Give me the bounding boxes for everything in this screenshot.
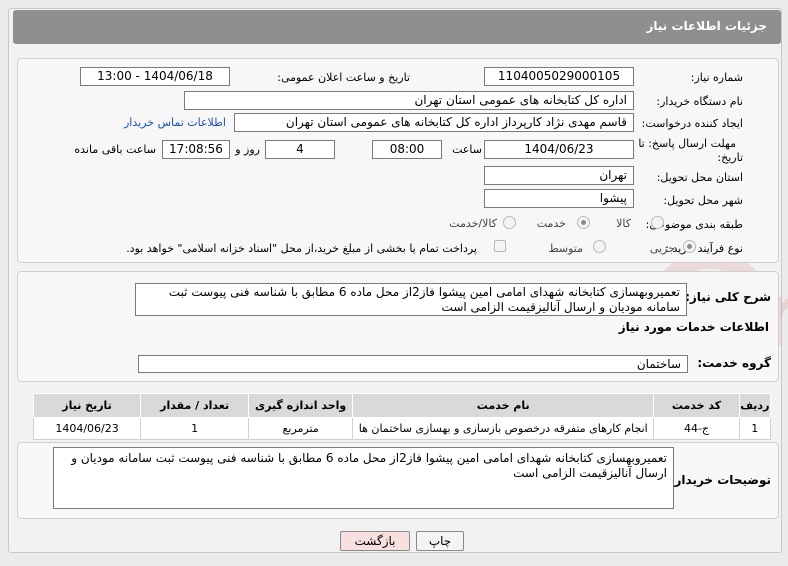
back-button[interactable]: بازگشت <box>340 531 410 551</box>
process-medium-label: متوسط <box>548 242 583 255</box>
services-section-title: اطلاعات خدمات مورد نیاز <box>618 320 769 334</box>
cell-unit: مترمربع <box>248 417 354 440</box>
process-label: نوع فرآیند خرید : <box>665 242 743 255</box>
table-row: 1 ج-44 انجام کارهای متفرقه درخصوص بازساز… <box>32 417 772 440</box>
table-header-row: ردیف کد خدمت نام خدمت واحد اندازه گیری ت… <box>32 393 772 418</box>
treasury-payment-note: پرداخت تمام یا بخشی از مبلغ خرید،از محل … <box>126 242 477 255</box>
treasury-payment-checkbox[interactable] <box>494 240 506 252</box>
category-service-label: خدمت <box>536 217 566 230</box>
category-goods-service-label: کالا/خدمت <box>449 217 497 230</box>
col-header-quantity: تعداد / مقدار <box>140 393 250 418</box>
service-group-field: ساختمان <box>138 355 688 373</box>
category-service-radio[interactable] <box>577 216 590 229</box>
deadline-date-field: 1404/06/23 <box>484 140 634 159</box>
province-field: تهران <box>484 166 634 185</box>
days-label: روز و <box>235 143 260 156</box>
province-label: استان محل تحویل: <box>656 171 743 184</box>
days-field: 4 <box>265 140 335 159</box>
requester-label: ایجاد کننده درخواست: <box>641 117 743 130</box>
service-group-label: گروه خدمت: <box>697 356 771 370</box>
requester-field: قاسم مهدی نژاد کارپرداز اداره کل کتابخان… <box>234 113 634 132</box>
cell-service-code: ج-44 <box>653 417 740 440</box>
cell-need-date: 1404/06/23 <box>32 417 142 440</box>
remaining-label: ساعت باقی مانده <box>74 143 156 156</box>
category-goods-service-radio[interactable] <box>503 216 516 229</box>
category-goods-radio[interactable] <box>651 216 664 229</box>
cell-service-name: انجام کارهای متفرقه درخصوص بازسازی و بهس… <box>352 417 655 440</box>
deadline-label: مهلت ارسال پاسخ: تا <box>638 137 736 150</box>
contact-buyer-link[interactable]: اطلاعات تماس خریدار <box>124 116 226 129</box>
summary-textarea: تعمیروبهسازی کتابخانه شهدای امامی امین پ… <box>135 283 687 316</box>
city-field: پیشوا <box>484 189 634 208</box>
buyer-notes-label: توضیحات خریدار: <box>669 473 771 487</box>
print-button[interactable]: چاپ <box>416 531 464 551</box>
col-header-need-date: تاریخ نیاز <box>32 393 142 418</box>
process-minor-radio[interactable] <box>683 240 696 253</box>
summary-label: شرح کلی نیاز: <box>685 290 771 304</box>
cell-row-number: 1 <box>738 417 772 440</box>
page-title: جزئیات اطلاعات نیاز <box>646 19 767 33</box>
col-header-unit: واحد اندازه گیری <box>248 393 354 418</box>
buyer-notes-textarea: تعمیروبهسازی کتابخانه شهدای امامی امین پ… <box>53 447 674 509</box>
col-header-row-number: ردیف <box>738 393 772 418</box>
services-table: ردیف کد خدمت نام خدمت واحد اندازه گیری ت… <box>32 393 772 440</box>
remaining-time-field: 17:08:56 <box>162 140 230 159</box>
title-bar: جزئیات اطلاعات نیاز <box>13 10 781 44</box>
deadline-time-field: 08:00 <box>372 140 442 159</box>
col-header-service-code: کد خدمت <box>653 393 740 418</box>
need-number-label: شماره نیاز: <box>690 71 743 84</box>
process-medium-radio[interactable] <box>593 240 606 253</box>
deadline-label-date: تاریخ: <box>717 151 743 164</box>
announce-label: تاریخ و ساعت اعلان عمومی: <box>277 71 410 84</box>
announce-field: 1404/06/18 - 13:00 <box>80 67 230 86</box>
need-info-section <box>17 58 779 263</box>
cell-quantity: 1 <box>140 417 250 440</box>
col-header-service-name: نام خدمت <box>352 393 655 418</box>
category-goods-label: کالا <box>616 217 631 230</box>
need-number-field: 1104005029000105 <box>484 67 634 86</box>
buyer-org-label: نام دستگاه خریدار: <box>656 95 743 108</box>
buyer-org-field: اداره کل کتابخانه های عمومی استان تهران <box>184 91 634 110</box>
city-label: شهر محل تحویل: <box>663 194 743 207</box>
time-label: ساعت <box>452 143 482 156</box>
process-minor-label: جزیی <box>649 242 675 255</box>
